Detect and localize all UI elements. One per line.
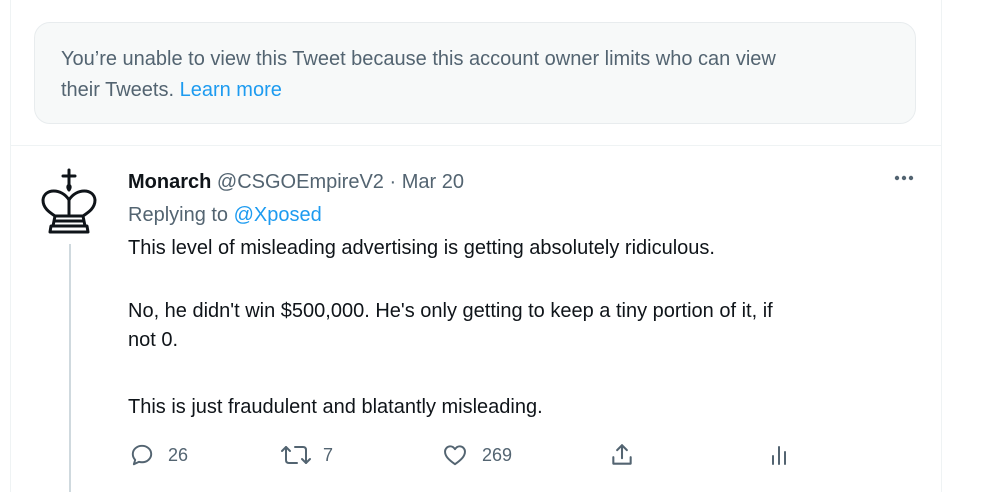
more-icon [894,175,914,181]
tweet-text-line-2: No, he didn't win $500,000. He's only ge… [128,300,773,322]
replying-handle-link[interactable]: @Xposed [234,204,322,226]
avatar[interactable] [35,166,103,238]
author-name[interactable]: Monarch [128,171,211,193]
notice-text-line-2: their Tweets. [61,79,175,101]
restricted-tweet-notice: You’re unable to view this Tweet because… [34,22,916,124]
analytics-icon [772,446,786,465]
more-button[interactable] [889,166,919,190]
author-handle[interactable]: @CSGOEmpireV2 [217,171,384,193]
header-separator: · [389,171,397,193]
tweet-header: Monarch @CSGOEmpireV2 · Mar 20 [128,168,464,196]
tweet-text-line-3: not 0. [128,329,179,351]
reply-icon [131,444,153,466]
like-button[interactable]: 269 [441,440,512,470]
replying-label: Replying to [128,204,229,226]
divider [11,145,941,146]
notice-text-line-1: You’re unable to view this Tweet because… [61,48,776,70]
analytics-button[interactable] [767,440,791,470]
share-icon [612,444,632,465]
learn-more-link[interactable]: Learn more [180,79,282,101]
replying-to: Replying to @Xposed [128,201,322,229]
heart-icon [444,445,466,466]
retweet-count: 7 [323,444,334,465]
reply-button[interactable]: 26 [129,440,188,470]
tweet-text-line-4: This is just fraudulent and blatantly mi… [128,396,543,418]
chess-king-avatar-icon [41,168,97,234]
like-count: 269 [482,444,513,465]
share-button[interactable] [609,440,635,470]
tweet-text-line-1: This level of misleading advertising is … [128,237,715,259]
retweet-button[interactable]: 7 [279,440,333,470]
tweet-date[interactable]: Mar 20 [402,171,464,193]
thread-line [69,244,71,492]
reply-count: 26 [168,444,189,465]
timeline-column: You’re unable to view this Tweet because… [10,0,942,492]
retweet-icon [281,446,311,464]
